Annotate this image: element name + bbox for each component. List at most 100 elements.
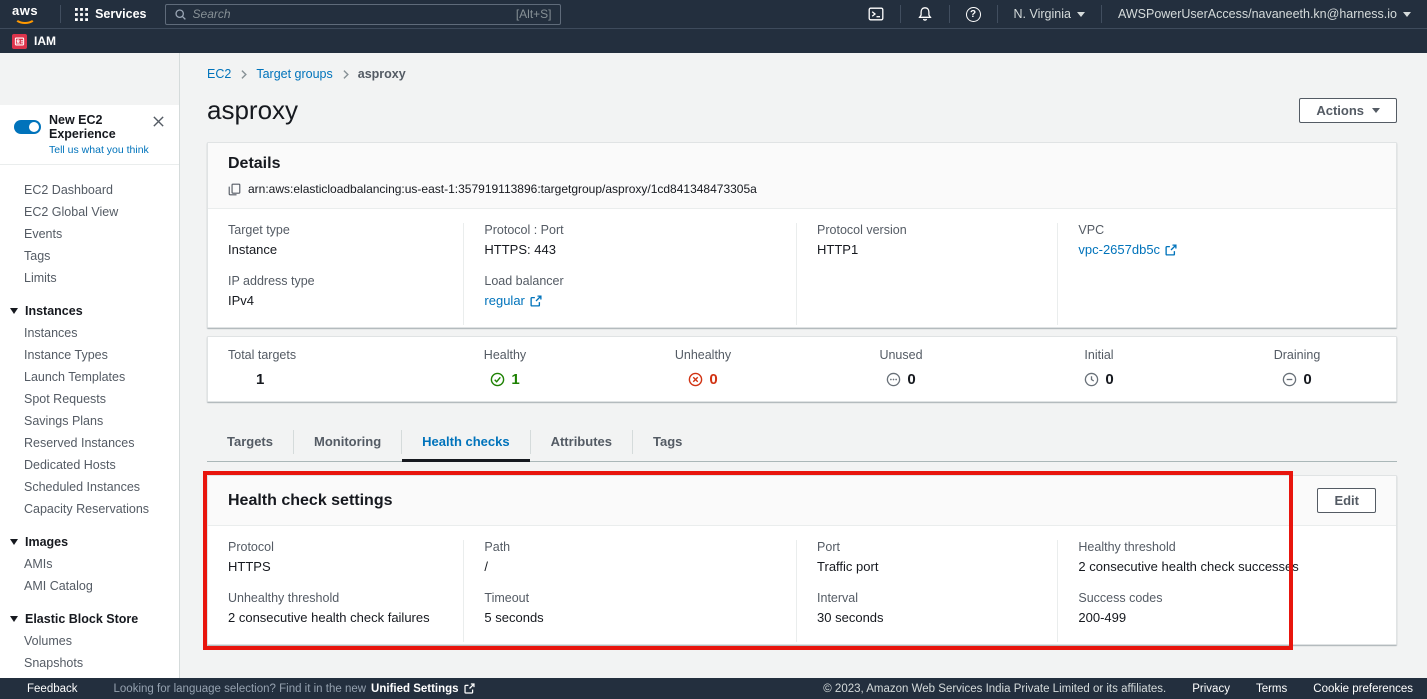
vpc-link[interactable]: vpc-2657db5c [1078,242,1177,257]
sidebar-item-scheduled-instances[interactable]: Scheduled Instances [0,476,179,498]
copyright-text: © 2023, Amazon Web Services India Privat… [823,683,1166,695]
sidebar-item-ec2-dashboard[interactable]: EC2 Dashboard [0,179,179,201]
sidebar-item-amis[interactable]: AMIs [0,553,179,575]
sidebar-item-instances[interactable]: Instances [0,322,179,344]
sidebar-item-ami-catalog[interactable]: AMI Catalog [0,575,179,597]
iam-label: IAM [34,34,56,48]
sidebar-item-instance-types[interactable]: Instance Types [0,344,179,366]
ec2-sidebar: New EC2 Experience Tell us what you thin… [0,53,180,678]
protocol-version-label: Protocol version [817,223,1037,237]
initial-clock-icon [1084,372,1099,387]
privacy-link[interactable]: Privacy [1192,683,1230,695]
sidebar-item-ec2-global-view[interactable]: EC2 Global View [0,201,179,223]
target-group-arn: arn:aws:elasticloadbalancing:us-east-1:3… [248,182,757,196]
divider [60,5,61,23]
sidebar-section-instances[interactable]: Instances [0,300,179,322]
hc-success-codes-value: 200-499 [1078,610,1376,625]
initial-label: Initial [1000,348,1198,362]
account-label: AWSPowerUserAccess/navaneeth.kn@harness.… [1118,7,1397,21]
account-menu[interactable]: AWSPowerUserAccess/navaneeth.kn@harness.… [1112,7,1417,21]
vpc-value: vpc-2657db5c [1078,242,1160,257]
breadcrumb-current: asproxy [358,67,406,81]
load-balancer-label: Load balancer [484,274,776,288]
sidebar-item-volumes[interactable]: Volumes [0,630,179,652]
section-label: Elastic Block Store [25,612,138,626]
tell-us-link[interactable]: Tell us what you think [49,144,150,156]
section-label: Images [25,535,68,549]
aws-logo-text: aws [12,5,38,17]
breadcrumb-separator-icon [341,69,350,80]
sidebar-nav: EC2 Dashboard EC2 Global View Events Tag… [0,165,179,674]
chevron-down-icon [1403,12,1411,17]
search-shortcut-hint: [Alt+S] [516,7,552,21]
tab-attributes[interactable]: Attributes [531,423,632,461]
hc-port-value: Traffic port [817,559,1037,574]
question-mark-icon: ? [966,7,981,22]
terms-link[interactable]: Terms [1256,683,1287,695]
sidebar-item-tags[interactable]: Tags [0,245,179,267]
sidebar-item-limits[interactable]: Limits [0,267,179,289]
region-label: N. Virginia [1014,7,1071,21]
load-balancer-link[interactable]: regular [484,293,541,308]
cookie-preferences-link[interactable]: Cookie preferences [1313,683,1413,695]
load-balancer-value: regular [484,293,524,308]
sidebar-item-spot-requests[interactable]: Spot Requests [0,388,179,410]
page-title: asproxy [207,95,298,126]
triangle-down-icon [10,616,18,622]
sidebar-spacer [0,53,179,105]
tab-monitoring[interactable]: Monitoring [294,423,401,461]
triangle-down-icon [10,539,18,545]
global-search[interactable]: [Alt+S] [165,4,561,25]
aws-logo[interactable]: aws [12,5,38,24]
feedback-link[interactable]: Feedback [27,683,78,695]
cloudshell-button[interactable] [862,6,890,22]
total-targets-value: 1 [228,371,406,388]
breadcrumb-ec2-link[interactable]: EC2 [207,67,231,81]
divider [997,5,998,23]
sidebar-section-images[interactable]: Images [0,531,179,553]
sidebar-item-reserved-instances[interactable]: Reserved Instances [0,432,179,454]
hc-interval-value: 30 seconds [817,610,1037,625]
edit-button-label: Edit [1334,493,1359,508]
sidebar-item-savings-plans[interactable]: Savings Plans [0,410,179,432]
breadcrumb-target-groups-link[interactable]: Target groups [256,67,332,81]
region-selector[interactable]: N. Virginia [1008,7,1091,21]
search-input[interactable] [193,7,510,21]
help-button[interactable]: ? [960,7,987,22]
close-icon[interactable] [150,113,167,130]
sidebar-item-events[interactable]: Events [0,223,179,245]
protocol-port-value: HTTPS: 443 [484,242,776,257]
edit-button[interactable]: Edit [1317,488,1376,513]
hc-timeout-value: 5 seconds [484,610,776,625]
sidebar-item-snapshots[interactable]: Snapshots [0,652,179,674]
healthy-label: Healthy [406,348,604,362]
copy-icon[interactable] [228,183,241,196]
favorite-iam-link[interactable]: IAM [12,34,56,49]
iam-service-icon [12,34,27,49]
healthy-check-icon [490,372,505,387]
new-experience-toggle[interactable] [14,120,41,134]
sidebar-item-dedicated-hosts[interactable]: Dedicated Hosts [0,454,179,476]
services-label: Services [95,7,146,21]
external-link-icon [464,683,475,694]
sidebar-item-launch-templates[interactable]: Launch Templates [0,366,179,388]
services-menu-button[interactable]: Services [71,7,150,21]
unhealthy-value: 0 [709,371,717,388]
main-content: EC2 Target groups asproxy asproxy Action… [180,53,1427,678]
hc-port-label: Port [817,540,1037,554]
unified-settings-link[interactable]: Unified Settings [371,683,459,695]
notifications-bell-button[interactable] [911,6,939,22]
sidebar-section-elastic-block-store[interactable]: Elastic Block Store [0,608,179,630]
tab-health-checks[interactable]: Health checks [402,423,529,461]
hc-protocol-value: HTTPS [228,559,443,574]
actions-button[interactable]: Actions [1299,98,1397,123]
divider [1101,5,1102,23]
health-check-settings-title: Health check settings [228,492,393,510]
hc-path-value: / [484,559,776,574]
draining-minus-icon [1282,372,1297,387]
hc-interval-label: Interval [817,591,1037,605]
tab-tags[interactable]: Tags [633,423,702,461]
sidebar-item-capacity-reservations[interactable]: Capacity Reservations [0,498,179,520]
tab-targets[interactable]: Targets [207,423,293,461]
healthy-value: 1 [511,371,519,388]
